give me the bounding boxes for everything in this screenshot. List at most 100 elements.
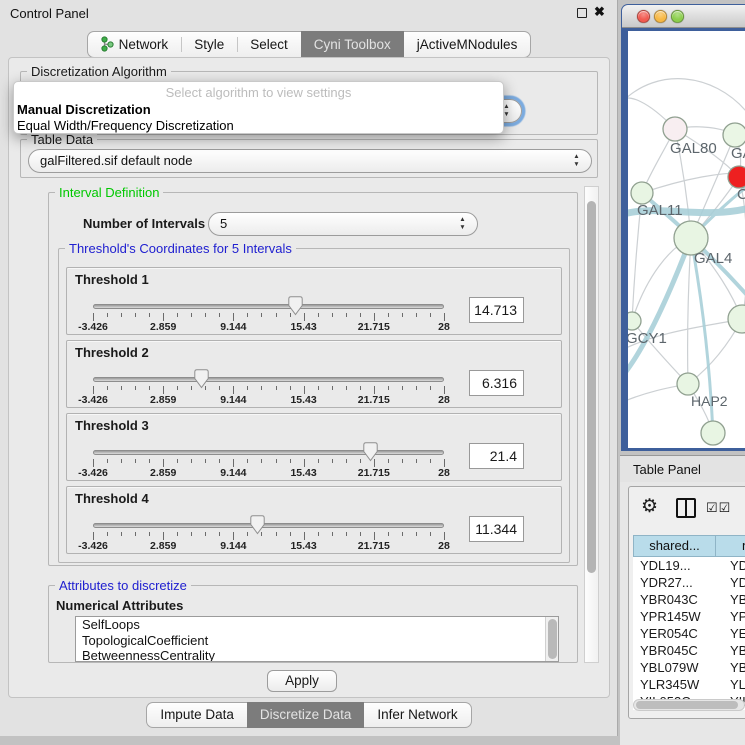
cell-name[interactable]: YBR0 bbox=[716, 642, 745, 659]
threshold-4-value-field[interactable]: 11.344 bbox=[469, 516, 524, 542]
gear-icon[interactable]: ⚙ bbox=[641, 495, 658, 518]
cell-shared-name[interactable]: YDL19... bbox=[633, 557, 716, 574]
column-header-shared[interactable]: shared... bbox=[633, 535, 716, 557]
table-row[interactable]: YDR27...YDR2 bbox=[633, 574, 745, 591]
table-row[interactable]: YBL079WYBL0 bbox=[633, 659, 745, 676]
network-node-label: GAL11 bbox=[637, 202, 683, 219]
column-header-name[interactable]: name bbox=[716, 535, 745, 557]
network-node-gal11[interactable] bbox=[631, 182, 653, 204]
settings-scrollbar[interactable] bbox=[584, 186, 599, 663]
threshold-2-slider-track[interactable] bbox=[93, 377, 444, 382]
close-icon[interactable]: ✖ bbox=[594, 4, 605, 20]
threshold-4-slider-track[interactable] bbox=[93, 523, 444, 528]
cell-shared-name[interactable]: YPR145W bbox=[633, 608, 716, 625]
table-data-group-title: Table Data bbox=[27, 132, 97, 147]
cell-shared-name[interactable]: YBR043C bbox=[633, 591, 716, 608]
table-row[interactable]: YER054CYER0 bbox=[633, 625, 745, 642]
cell-name[interactable]: YBL0 bbox=[716, 659, 745, 676]
select-columns-icon[interactable]: ☑☑ bbox=[706, 500, 731, 516]
minimize-traffic-light[interactable] bbox=[654, 10, 667, 23]
cell-name[interactable]: YDL1 bbox=[716, 557, 745, 574]
network-node-label: GAL80 bbox=[670, 140, 717, 157]
attributes-group-title: Attributes to discretize bbox=[55, 578, 191, 593]
network-node-gal80[interactable] bbox=[663, 117, 687, 141]
table-data-combobox[interactable]: galFiltered.sif default node ▲▼ bbox=[28, 149, 592, 173]
threshold-2-box: Threshold 2 -3.4262.8599.14415.4321.7152… bbox=[66, 340, 562, 408]
combo-arrows-icon: ▲▼ bbox=[572, 153, 581, 171]
slider-tick-label: 28 bbox=[438, 321, 450, 333]
tab-network[interactable]: Network bbox=[87, 31, 182, 58]
zoom-traffic-light[interactable] bbox=[671, 10, 684, 23]
table-row[interactable]: YLR345WYLR3 bbox=[633, 676, 745, 693]
slider-tick-label: 28 bbox=[438, 540, 450, 552]
slider-tick-label: 28 bbox=[438, 394, 450, 406]
cell-name[interactable]: YBR0 bbox=[716, 591, 745, 608]
cell-shared-name[interactable]: YBR045C bbox=[633, 642, 716, 659]
network-node-ga[interactable] bbox=[723, 123, 745, 147]
threshold-1-value-field[interactable]: 14.713 bbox=[469, 297, 524, 323]
cell-name[interactable]: YLR3 bbox=[716, 676, 745, 693]
table-row[interactable]: YDL19...YDL1 bbox=[633, 557, 745, 574]
network-node-h[interactable] bbox=[728, 305, 745, 333]
slider-tick-label: 9.144 bbox=[220, 321, 246, 333]
numerical-attributes-list[interactable]: SelfLoopsTopologicalCoefficientBetweenne… bbox=[75, 616, 559, 662]
attribute-item[interactable]: SelfLoops bbox=[76, 617, 558, 633]
float-icon[interactable] bbox=[577, 8, 587, 18]
tab-style[interactable]: Style bbox=[181, 31, 237, 58]
threshold-2-value-field[interactable]: 6.316 bbox=[469, 370, 524, 396]
network-node-c[interactable] bbox=[728, 166, 745, 188]
slider-tick-label: 9.144 bbox=[220, 540, 246, 552]
threshold-3-slider-thumb[interactable] bbox=[363, 442, 378, 462]
tab-discretize-data[interactable]: Discretize Data bbox=[247, 702, 365, 728]
algorithm-dropdown-popup: Select algorithm to view settings Manual… bbox=[13, 81, 504, 134]
option-equal-width-frequency[interactable]: Equal Width/Frequency Discretization bbox=[17, 118, 234, 133]
slider-tick-label: 15.43 bbox=[290, 467, 316, 479]
threshold-3-value-field[interactable]: 21.4 bbox=[469, 443, 524, 469]
table-header-row: shared... name bbox=[633, 535, 745, 557]
num-intervals-combobox[interactable]: 5 ▲▼ bbox=[208, 212, 478, 236]
tab-select[interactable]: Select bbox=[237, 31, 301, 58]
table-panel-window: ⚙ ☑☑ shared... name YDL19...YDL1YDR27...… bbox=[628, 486, 745, 719]
split-columns-icon[interactable] bbox=[676, 498, 696, 518]
numerical-attributes-heading: Numerical Attributes bbox=[56, 598, 183, 613]
tab-network-label: Network bbox=[119, 37, 169, 52]
network-node-hap2[interactable] bbox=[677, 373, 699, 395]
threshold-1-slider-thumb[interactable] bbox=[288, 296, 303, 316]
attribute-item[interactable]: BetweennessCentrality bbox=[76, 648, 558, 662]
close-traffic-light[interactable] bbox=[637, 10, 650, 23]
network-canvas[interactable]: GAL80GACGAL11GAL4GCY1HHAP2 bbox=[628, 31, 745, 448]
table-row[interactable]: YBR043CYBR0 bbox=[633, 591, 745, 608]
attributes-scrollbar[interactable] bbox=[545, 617, 558, 661]
settings-scrollbar-thumb[interactable] bbox=[587, 201, 596, 573]
table-h-scrollbar[interactable] bbox=[633, 699, 745, 711]
slider-tick-label: 15.43 bbox=[290, 321, 316, 333]
cell-shared-name[interactable]: YLR345W bbox=[633, 676, 716, 693]
slider-tick-label: 2.859 bbox=[150, 467, 176, 479]
attribute-item[interactable]: TopologicalCoefficient bbox=[76, 633, 558, 649]
slider-tick-label: 28 bbox=[438, 467, 450, 479]
table-row[interactable]: YPR145WYPR1 bbox=[633, 608, 745, 625]
cell-shared-name[interactable]: YER054C bbox=[633, 625, 716, 642]
threshold-3-slider-track[interactable] bbox=[93, 450, 444, 455]
cell-name[interactable]: YDR2 bbox=[716, 574, 745, 591]
network-node-label: GCY1 bbox=[628, 330, 667, 347]
threshold-1-slider-track[interactable] bbox=[93, 304, 444, 309]
cell-name[interactable]: YER0 bbox=[716, 625, 745, 642]
tab-cyni-toolbox[interactable]: Cyni Toolbox bbox=[301, 31, 404, 58]
slider-tick-label: 2.859 bbox=[150, 321, 176, 333]
network-node-gcy1[interactable] bbox=[628, 312, 641, 330]
cell-shared-name[interactable]: YBL079W bbox=[633, 659, 716, 676]
tab-impute-data[interactable]: Impute Data bbox=[146, 702, 247, 728]
table-row[interactable]: YBR045CYBR0 bbox=[633, 642, 745, 659]
cell-shared-name[interactable]: YDR27... bbox=[633, 574, 716, 591]
network-icon bbox=[101, 36, 114, 52]
cell-name[interactable]: YPR1 bbox=[716, 608, 745, 625]
option-manual-discretization[interactable]: Manual Discretization bbox=[17, 102, 151, 117]
tab-jactivemnodules[interactable]: jActiveMNodules bbox=[404, 31, 532, 58]
network-node[interactable] bbox=[701, 421, 725, 445]
table-panel-bar: Table Panel bbox=[620, 455, 745, 482]
apply-button[interactable]: Apply bbox=[267, 670, 337, 692]
tab-infer-network[interactable]: Infer Network bbox=[364, 702, 471, 728]
threshold-4-slider-thumb[interactable] bbox=[250, 515, 265, 535]
threshold-2-slider-thumb[interactable] bbox=[194, 369, 209, 389]
